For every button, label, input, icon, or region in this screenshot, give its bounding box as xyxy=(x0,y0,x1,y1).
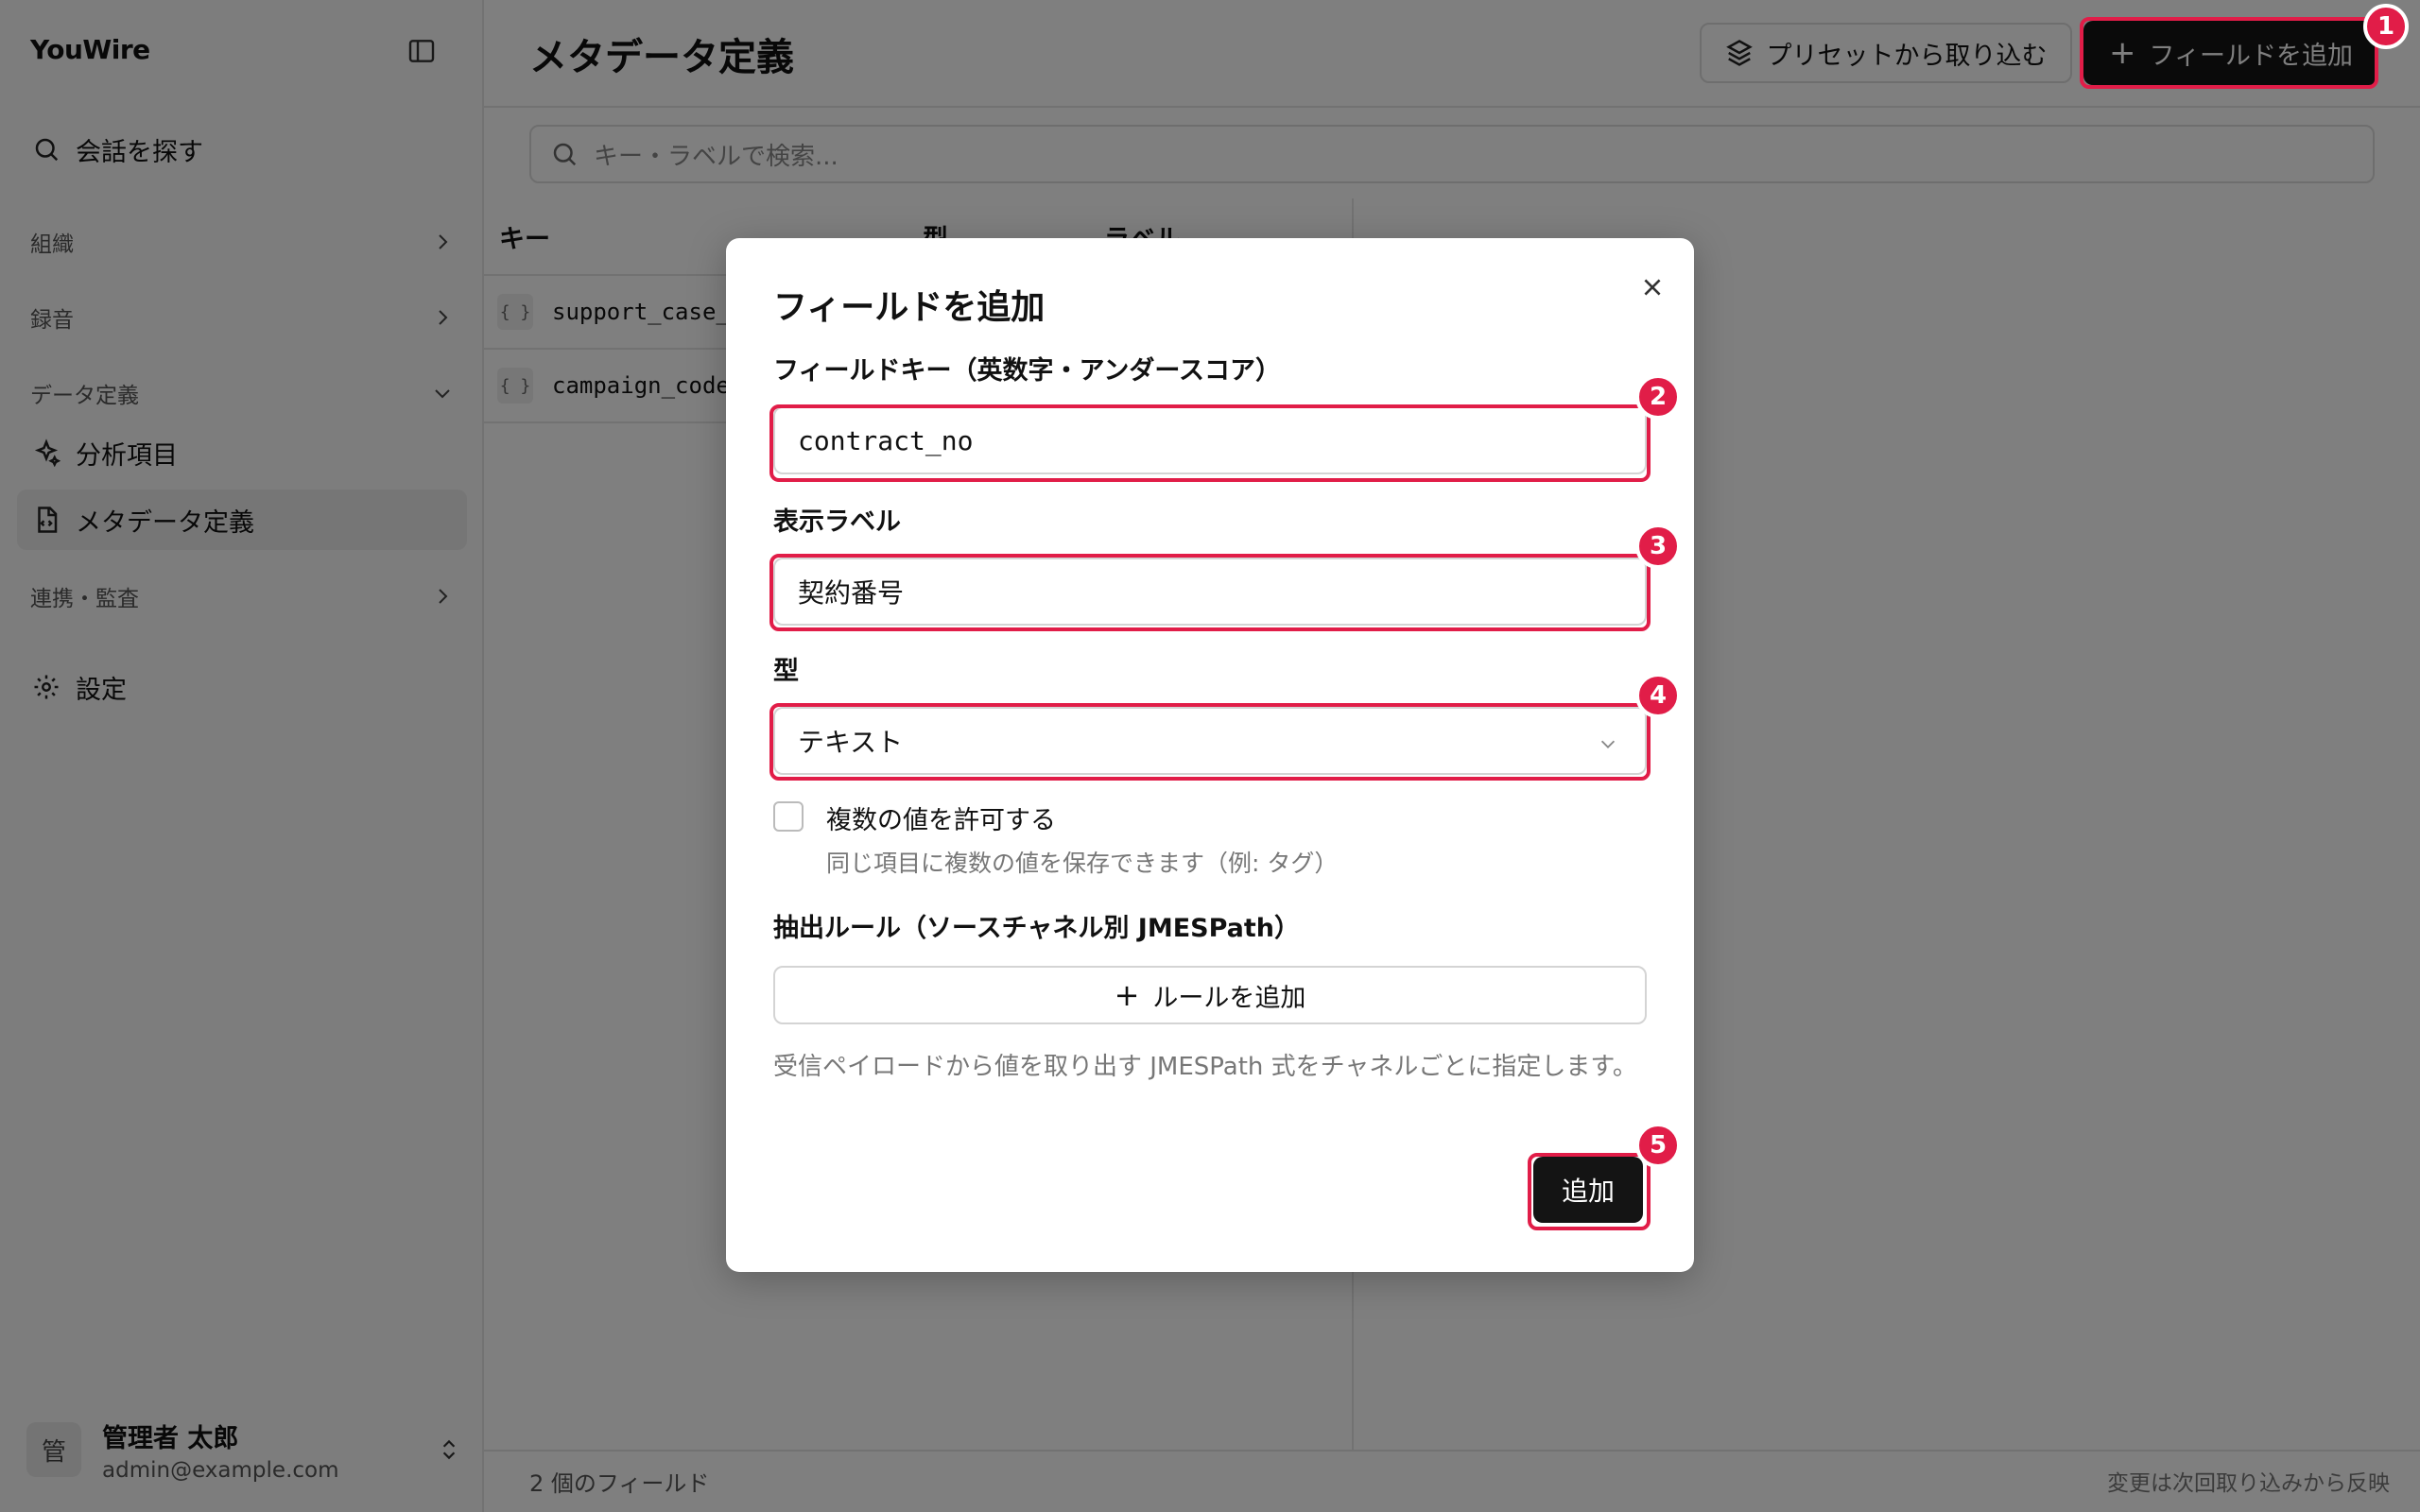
annotation-highlight xyxy=(769,404,1651,482)
allow-multiple-label: 複数の値を許可する xyxy=(826,806,1056,835)
annotation-highlight xyxy=(769,554,1651,631)
annotation-badge: 4 xyxy=(1635,673,1681,718)
plus-icon: + xyxy=(1114,977,1140,1013)
allow-multiple-checkbox[interactable] xyxy=(773,801,804,832)
extraction-rules-help: 受信ペイロードから値を取り出す JMESPath 式をチャネルごとに指定します。 xyxy=(773,1053,1637,1081)
extraction-rules-label: 抽出ルール（ソースチャネル別 JMESPath） xyxy=(773,914,1300,943)
annotation-highlight xyxy=(769,703,1651,781)
annotation-highlight xyxy=(2080,17,2378,89)
type-label: 型 xyxy=(773,657,799,686)
annotation-badge: 1 xyxy=(2363,4,2409,49)
close-icon[interactable] xyxy=(1634,268,1671,306)
annotation-badge: 5 xyxy=(1635,1123,1681,1168)
display-label-label: 表示ラベル xyxy=(773,507,901,537)
add-rule-label: ルールを追加 xyxy=(1152,983,1306,1013)
annotation-highlight xyxy=(1528,1153,1651,1230)
add-rule-button[interactable]: + ルールを追加 xyxy=(773,966,1647,1024)
annotation-badge: 3 xyxy=(1635,524,1681,569)
annotation-badge: 2 xyxy=(1635,374,1681,420)
dialog-title: フィールドを追加 xyxy=(773,288,1046,327)
field-key-label: フィールドキー（英数字・アンダースコア） xyxy=(773,356,1282,386)
allow-multiple-help: 同じ項目に複数の値を保存できます（例: タグ） xyxy=(826,850,1339,877)
